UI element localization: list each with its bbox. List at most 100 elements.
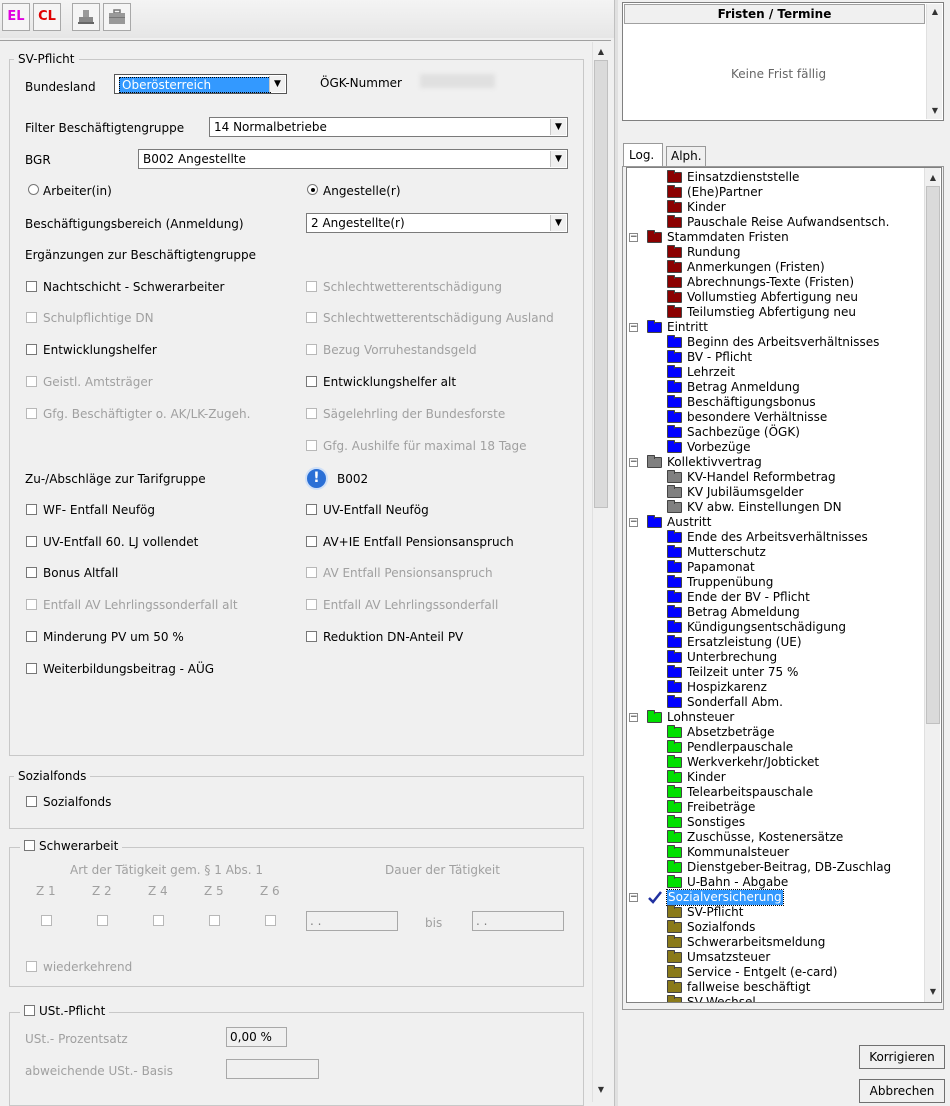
tree-item[interactable]: Kündigungsentschädigung [627,620,924,635]
tree-group[interactable]: − Eintritt [627,320,924,335]
scroll-down-icon[interactable]: ▼ [925,984,941,1000]
tree-item[interactable]: Ende des Arbeitsverhältnisses [627,530,924,545]
tree-item[interactable]: besondere Verhältnisse [627,410,924,425]
tree-item[interactable]: Beginn des Arbeitsverhältnisses [627,335,924,350]
tree-item[interactable]: KV abw. Einstellungen DN [627,500,924,515]
zu-right-checkbox-4[interactable] [306,631,317,642]
tree-item[interactable]: Sonstiges [627,815,924,830]
zu-left-checkbox-4[interactable] [26,631,37,642]
tree-item[interactable]: Betrag Anmeldung [627,380,924,395]
tree-item[interactable]: Betrag Abmeldung [627,605,924,620]
erg-right-checkbox-2[interactable] [306,344,317,355]
tree-item[interactable]: Ersatzleistung (UE) [627,635,924,650]
bundesland-select[interactable]: Oberösterreich ▼ [114,74,287,94]
tree-group[interactable]: − Stammdaten Fristen [627,230,924,245]
erg-left-checkbox-1[interactable] [26,312,37,323]
tree-item[interactable]: fallweise beschäftigt [627,980,924,995]
tree-item[interactable]: Pauschale Reise Aufwandsentsch. [627,215,924,230]
zu-right-checkbox-3[interactable] [306,599,317,610]
tree-item[interactable]: Service - Entgelt (e-card) [627,965,924,980]
angestellte-radio[interactable] [307,184,318,195]
zu-left-checkbox-5[interactable] [26,663,37,674]
ust-checkbox[interactable] [24,1005,35,1016]
tree-item[interactable]: KV Jubiläumsgelder [627,485,924,500]
tree-item[interactable]: Sonderfall Abm. [627,695,924,710]
tree-item[interactable]: Absetzbeträge [627,725,924,740]
bgr-select[interactable]: B002 Angestellte ▼ [138,149,568,169]
tree-item[interactable]: Teilzeit unter 75 % [627,665,924,680]
tree-item[interactable]: Pendlerpauschale [627,740,924,755]
erg-left-checkbox-0[interactable] [26,281,37,292]
z-checkbox-3[interactable] [209,915,220,926]
wiederkehrend-checkbox[interactable] [26,961,37,972]
abbrechen-button[interactable]: Abbrechen [859,1079,945,1103]
z-checkbox-0[interactable] [41,915,52,926]
tree-item[interactable]: Einsatzdienststelle [627,170,924,185]
filter-select[interactable]: 14 Normalbetriebe ▼ [209,117,568,137]
chevron-down-icon[interactable]: ▼ [550,119,566,135]
schwerarbeit-to-field[interactable]: . . [472,911,564,931]
left-scrollbar-thumb[interactable] [594,60,608,508]
erg-left-checkbox-3[interactable] [26,376,37,387]
zu-left-checkbox-1[interactable] [26,536,37,547]
ust-prozent-field[interactable]: 0,00 % [226,1027,287,1047]
tree-group[interactable]: − Lohnsteuer [627,710,924,725]
tree-item[interactable]: KV-Handel Reformbetrag [627,470,924,485]
tree-item[interactable]: Kommunalsteuer [627,845,924,860]
el-button[interactable]: EL [2,3,30,31]
tree-item[interactable]: Vollumstieg Abfertigung neu [627,290,924,305]
erg-right-checkbox-5[interactable] [306,440,317,451]
tree-item[interactable]: SV-Pflicht [627,905,924,920]
fristen-scrollbar[interactable]: ▲ ▼ [926,4,942,119]
zu-left-checkbox-3[interactable] [26,599,37,610]
chevron-down-icon[interactable]: ▼ [269,76,285,92]
tab-log[interactable]: Log. [623,143,663,167]
tree-item[interactable]: Lehrzeit [627,365,924,380]
tree-item[interactable]: Telearbeitspauschale [627,785,924,800]
tree-item[interactable]: Abrechnungs-Texte (Fristen) [627,275,924,290]
tree-item[interactable]: Kinder [627,770,924,785]
briefcase-icon[interactable] [103,3,131,31]
scroll-down-icon[interactable]: ▼ [593,1082,609,1098]
tree-item[interactable]: Sozialfonds [627,920,924,935]
tree-item[interactable]: Teilumstieg Abfertigung neu [627,305,924,320]
collapse-icon[interactable]: − [629,518,638,527]
zu-right-checkbox-0[interactable] [306,504,317,515]
stamp-icon[interactable] [72,3,100,31]
tree-item[interactable]: Hospizkarenz [627,680,924,695]
z-checkbox-2[interactable] [153,915,164,926]
tree-item[interactable]: Dienstgeber-Beitrag, DB-Zuschlag [627,860,924,875]
tree-item[interactable]: Truppenübung [627,575,924,590]
arbeiter-radio[interactable] [28,184,39,195]
erg-right-checkbox-3[interactable] [306,376,317,387]
left-scrollbar[interactable]: ▲ ▼ [592,42,608,1102]
collapse-icon[interactable]: − [629,458,638,467]
tree-item[interactable]: Ende der BV - Pflicht [627,590,924,605]
collapse-icon[interactable]: − [629,323,638,332]
scroll-up-icon[interactable]: ▲ [925,170,941,186]
chevron-down-icon[interactable]: ▼ [550,151,566,167]
tree-item[interactable]: Beschäftigungsbonus [627,395,924,410]
erg-right-checkbox-4[interactable] [306,408,317,419]
collapse-icon[interactable]: − [629,893,638,902]
sozialfonds-checkbox[interactable] [26,796,37,807]
erg-left-checkbox-4[interactable] [26,408,37,419]
tree-item[interactable]: Rundung [627,245,924,260]
tree-item[interactable]: U-Bahn - Abgabe [627,875,924,890]
scroll-up-icon[interactable]: ▲ [927,4,943,20]
tree-item[interactable]: Werkverkehr/Jobticket [627,755,924,770]
cl-button[interactable]: CL [33,3,61,31]
tree-scrollbar-thumb[interactable] [926,186,940,724]
tree-item[interactable]: Sachbezüge (ÖGK) [627,425,924,440]
zu-left-checkbox-0[interactable] [26,504,37,515]
z-checkbox-1[interactable] [97,915,108,926]
tree-item[interactable]: Vorbezüge [627,440,924,455]
ust-basis-field[interactable] [226,1059,319,1079]
tree-group[interactable]: − Kollektivvertrag [627,455,924,470]
scroll-down-icon[interactable]: ▼ [927,103,943,119]
tree-item[interactable]: SV-Wechsel [627,995,924,1002]
tree-item[interactable]: (Ehe)Partner [627,185,924,200]
scroll-up-icon[interactable]: ▲ [593,44,609,60]
tree-group[interactable]: − Sozialversicherung [627,889,924,906]
tree-item[interactable]: Freibeträge [627,800,924,815]
